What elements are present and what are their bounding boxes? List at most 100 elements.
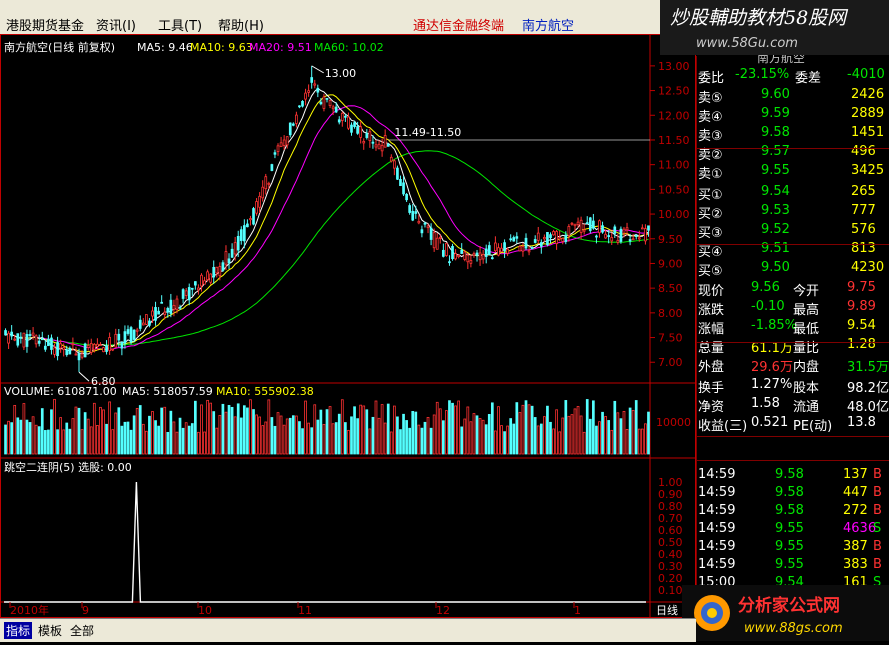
stat-row: 换手 1.27% 股本 98.2亿 [697, 376, 889, 396]
tick-price: 9.58 [775, 485, 804, 500]
volume-bar [448, 400, 451, 455]
tab-template[interactable]: 模板 [36, 622, 64, 639]
volume-bar [298, 421, 301, 455]
tick-side: B [873, 467, 882, 482]
candle-body [625, 227, 629, 231]
volume-bar [301, 428, 304, 455]
stat-label: 涨幅 [698, 322, 725, 337]
volume-bar [4, 424, 7, 455]
candle-body [288, 122, 292, 136]
candle-body [181, 289, 185, 299]
candle-body [396, 167, 399, 180]
volume-bar [264, 421, 268, 455]
volume-bar [478, 418, 482, 455]
volume-bar [481, 419, 485, 455]
period-button[interactable]: 日线 [656, 603, 678, 617]
volume-bar [19, 419, 23, 455]
tab-all[interactable]: 全部 [68, 622, 96, 639]
candle-body [307, 90, 310, 93]
quote-divider [697, 342, 889, 343]
sell-price: 9.60 [761, 87, 790, 102]
candle-body [631, 238, 635, 241]
candle-body [126, 329, 130, 334]
candle-body [576, 221, 580, 226]
candle-body [469, 260, 473, 264]
tdx-terminal-link[interactable]: 通达信金融终端 [413, 15, 504, 34]
menu-futures[interactable]: 港股期货基金 [6, 15, 84, 34]
candle-body [178, 306, 182, 309]
candle-body [291, 123, 295, 126]
stat-value: 9.75 [847, 280, 876, 295]
stat-label: 股本 [793, 381, 820, 396]
volume-bar [628, 407, 632, 455]
menu-help[interactable]: 帮助(H) [218, 15, 264, 34]
candle-body [435, 237, 439, 250]
volume-bar [47, 429, 50, 455]
ma60-line [5, 150, 649, 346]
candle-body [169, 299, 173, 314]
volume-bar [249, 399, 252, 455]
volume-bar [515, 402, 519, 455]
candle-body [570, 222, 574, 225]
volume-bar [56, 429, 59, 455]
volume-bar [490, 402, 494, 455]
sell-row: 卖⑤ 9.60 2426 [697, 86, 887, 106]
candle-body [273, 152, 277, 155]
menu-info[interactable]: 资讯(I) [96, 15, 136, 34]
candle-body [512, 237, 516, 242]
candle-body [276, 145, 280, 152]
stat-label: 最低 [793, 322, 820, 337]
candle-body [135, 329, 139, 332]
tab-indicator[interactable]: 指标 [4, 622, 33, 639]
volume-bar [40, 408, 44, 455]
candle-body [619, 228, 623, 242]
volume-bar [96, 425, 99, 455]
kline-chart[interactable]: 南方航空(日线 前复权) MA5: 9.46MA10: 9.63MA20: 9.5… [0, 34, 696, 618]
volume-bar [31, 416, 35, 455]
candle-body [10, 331, 14, 337]
volume-bar [592, 400, 595, 455]
candle-body [108, 337, 111, 351]
buy-level-label: 买② [698, 207, 723, 222]
stock-name-link[interactable]: 南方航空 [522, 15, 574, 34]
volume-bar [567, 415, 571, 455]
tick-time: 14:59 [698, 539, 736, 554]
candle-body [80, 353, 84, 358]
volume-bar [408, 427, 412, 455]
buy-level-label: 买⑤ [698, 264, 723, 279]
candle-body [233, 242, 237, 255]
volume-bar [114, 412, 118, 455]
sell-price: 9.57 [761, 144, 790, 159]
stat-label: 现价 [698, 284, 725, 299]
stat-row: 总量 61.1万 量比 1.28 [697, 336, 887, 356]
candle-body [236, 235, 240, 251]
candle-body [441, 249, 445, 257]
candle-body [120, 341, 124, 349]
volume-bar [619, 418, 623, 455]
candle-body [371, 141, 375, 144]
tick-price: 9.55 [775, 539, 804, 554]
candle-body [613, 226, 617, 234]
candle-body [163, 311, 167, 315]
tick-volume: 383 [843, 557, 868, 572]
watermark-top: 炒股輔助教材58股网 www.58Gu.com [660, 0, 889, 55]
candle-body [402, 182, 405, 195]
volume-bar [215, 427, 219, 455]
candle-body [102, 347, 105, 353]
candle-body [270, 164, 274, 171]
candle-body [634, 235, 638, 237]
volume-bar [212, 411, 216, 455]
candle-body [7, 332, 10, 344]
volume-bar [423, 421, 427, 455]
volume-bar [99, 406, 102, 455]
volume-bar [59, 417, 62, 455]
menu-tools[interactable]: 工具(T) [158, 15, 202, 34]
candle-body [432, 232, 436, 249]
candle-body [230, 248, 234, 258]
volume-bar [472, 413, 476, 455]
volume-bar [561, 417, 565, 455]
tick-side: B [873, 539, 882, 554]
volume-bar [126, 421, 130, 455]
candle-body [448, 261, 451, 264]
candle-body [521, 246, 525, 252]
